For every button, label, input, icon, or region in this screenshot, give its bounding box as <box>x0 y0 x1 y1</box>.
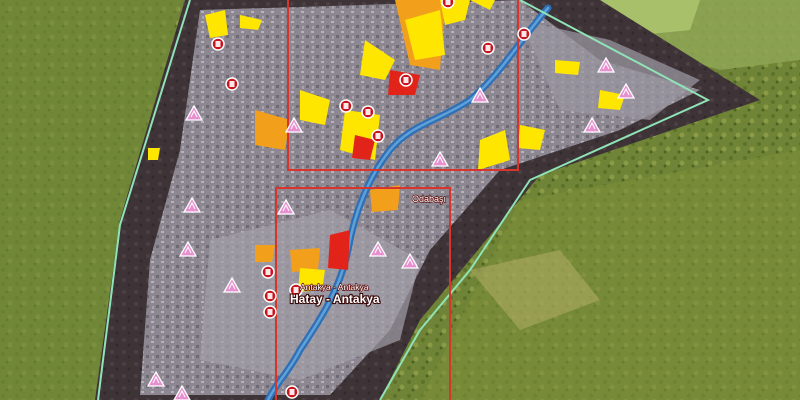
damage-marker-red-icon[interactable] <box>361 105 375 119</box>
district-label: Odabaşı <box>412 194 446 204</box>
damage-marker-red-icon[interactable] <box>371 129 385 143</box>
map-viewport[interactable]: Odabaşı Antakya - Antakya Hatay - Antaky… <box>0 0 800 400</box>
damage-marker-red-icon[interactable] <box>261 265 275 279</box>
damage-marker-red-icon[interactable] <box>263 289 277 303</box>
city-label: Hatay - Antakya <box>290 292 380 306</box>
damage-marker-red-icon[interactable] <box>399 73 413 87</box>
damage-marker-red-icon[interactable] <box>211 37 225 51</box>
damage-marker-red-icon[interactable] <box>285 385 299 399</box>
damage-marker-red-icon[interactable] <box>441 0 455 9</box>
map-canvas[interactable]: Odabaşı Antakya - Antakya Hatay - Antaky… <box>0 0 800 400</box>
damage-marker-red-icon[interactable] <box>263 305 277 319</box>
damage-marker-red-icon[interactable] <box>339 99 353 113</box>
secondary-label: Antakya - Antakya <box>300 282 369 292</box>
damage-marker-red-icon[interactable] <box>517 27 531 41</box>
damage-marker-red-icon[interactable] <box>481 41 495 55</box>
damage-marker-red-icon[interactable] <box>225 77 239 91</box>
